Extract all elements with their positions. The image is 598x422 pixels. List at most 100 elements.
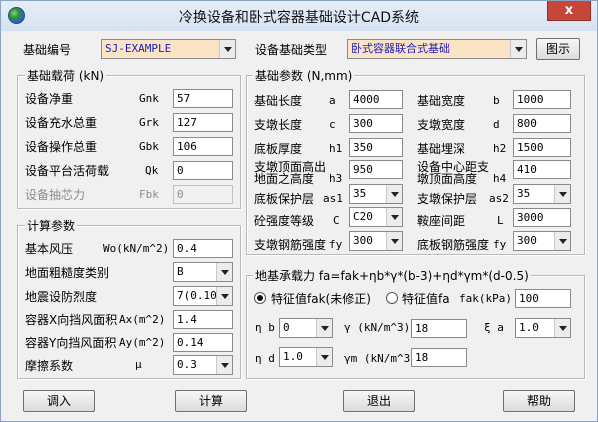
windy-input[interactable]: 0.14 [173,333,233,352]
param-h2-input[interactable]: 1500 [513,138,571,157]
chevron-down-icon[interactable] [219,40,235,58]
chevron-down-icon[interactable] [316,348,332,366]
load-label-net-weight: 设备净重 [25,92,74,106]
param-a-input[interactable]: 4000 [349,90,403,109]
help-button[interactable]: 帮助 [503,390,575,412]
fak-input[interactable]: 100 [515,289,571,308]
radio-characteristic-fak-label[interactable]: 特征值fak(未修正) [271,290,371,307]
radio-characteristic-fak[interactable] [254,292,266,304]
radio-characteristic-fa[interactable] [386,292,398,304]
param-sym-h4: h4 [493,172,507,185]
friction-combo[interactable]: 0.3 [173,355,233,375]
chevron-down-icon[interactable] [554,232,570,250]
param-label-pier-length: 支墩长度 [254,118,303,132]
param-sym-h1: h1 [329,142,343,155]
param-b-input[interactable]: 1000 [513,90,571,109]
param-as2-combo[interactable]: 35 [513,184,571,204]
load-sym-grk: Grk [139,116,159,129]
chevron-down-icon[interactable] [316,319,332,337]
param-label-burial-depth: 基础埋深 [417,142,466,156]
chevron-down-icon[interactable] [386,232,402,250]
param-sym-h3: h3 [329,172,343,185]
grk-input[interactable]: 127 [173,113,233,132]
windx-input[interactable]: 1.4 [173,310,233,329]
param-h3-input[interactable]: 950 [349,160,403,179]
seismic-label: 地震设防烈度 [25,290,98,304]
param-slab-rebar-value: 300 [517,234,537,247]
load-sym-gbk: Gbk [139,140,159,153]
windx-label: 容器X向挡风面积 [25,313,118,327]
param-label-length: 基础长度 [254,94,303,108]
load-sym-gnk: Gnk [139,92,159,105]
param-sym-as1: as1 [323,192,343,205]
param-sym-b: b [493,94,500,107]
chevron-down-icon[interactable] [216,263,232,281]
foundation-no-combo[interactable]: SJ-EXAMPLE [101,39,236,59]
param-sym-d: d [493,118,500,131]
param-c-input[interactable]: 300 [349,114,403,133]
windx-sym: Ax(m^2) [119,313,166,326]
param-label-slab-rebar: 底板钢筋强度 [417,238,490,252]
fak-sym: fak(kPa) [459,292,512,305]
param-concrete-value: C20 [353,210,373,223]
param-label-pier-cover: 支墩保护层 [417,192,478,206]
chevron-down-icon[interactable] [554,185,570,203]
param-pier-rebar-value: 300 [353,234,373,247]
basic-wind-input[interactable]: 0.4 [173,239,233,258]
equip-type-label: 设备基础类型 [255,43,328,57]
eta-d-combo[interactable]: 1.0 [279,347,333,367]
eta-b-combo[interactable]: 0 [279,318,333,338]
load-label-operating-weight: 设备操作总重 [25,140,98,154]
friction-label: 摩擦系数 [25,359,74,373]
gamma-m-input[interactable]: 18 [411,348,467,367]
chevron-down-icon[interactable] [216,287,232,305]
gamma-sym: γ (kN/m^3) [344,321,411,334]
load-label-core-pull: 设备抽芯力 [25,188,86,202]
chevron-down-icon[interactable] [216,356,232,374]
load-sym-qk: Qk [145,164,159,177]
windy-sym: Ay(m^2) [119,336,166,349]
radio-characteristic-fa-label[interactable]: 特征值fa [402,290,450,307]
chevron-down-icon[interactable] [510,40,526,58]
load-label-water-weight: 设备充水总重 [25,116,98,130]
param-sym-fy-pier: fy [329,238,343,251]
param-d-input[interactable]: 800 [513,114,571,133]
qk-input[interactable]: 0 [173,161,233,180]
import-button[interactable]: 调入 [23,390,95,412]
fbk-input: 0 [173,185,233,204]
diagram-button[interactable]: 图示 [536,38,580,60]
xi-a-combo[interactable]: 1.0 [515,318,571,338]
bearing-group-title: 地基承载力 fa=fak+ηb*γ*(b-3)+ηd*γm*(d-0.5) [253,267,531,284]
seismic-combo[interactable]: 7(0.10 [173,286,233,306]
param-label-width: 基础宽度 [417,94,466,108]
param-pier-rebar-combo[interactable]: 300 [349,231,403,251]
exit-button[interactable]: 退出 [343,390,415,412]
title-bar: 冷换设备和卧式容器基础设计CAD系统 x [1,1,597,31]
param-as1-combo[interactable]: 35 [349,184,403,204]
chevron-down-icon[interactable] [386,185,402,203]
param-label-concrete-grade: 砼强度等级 [254,214,315,228]
gbk-input[interactable]: 106 [173,137,233,156]
param-h4-input[interactable]: 410 [513,160,571,179]
eta-b-sym: η b [255,321,275,334]
param-slab-rebar-combo[interactable]: 300 [513,231,571,251]
param-l-input[interactable]: 3000 [513,208,571,227]
param-label-pier-width: 支墩宽度 [417,118,466,132]
param-concrete-combo[interactable]: C20 [349,207,403,227]
params-group-title: 基础参数 (N,mm) [253,67,355,84]
close-button[interactable]: x [547,1,591,21]
gamma-input[interactable]: 18 [411,319,467,338]
chevron-down-icon[interactable] [386,208,402,226]
calc-group-title: 计算参数 [25,217,78,234]
chevron-down-icon[interactable] [554,319,570,337]
param-sym-l: L [497,214,504,227]
equip-type-combo[interactable]: 卧式容器联合式基础 [347,39,527,59]
basic-wind-sym: Wo(kN/m^2) [103,242,170,255]
param-sym-c-grade: C [333,214,340,227]
param-h1-input[interactable]: 350 [349,138,403,157]
gnk-input[interactable]: 57 [173,89,233,108]
roughness-combo[interactable]: B [173,262,233,282]
loads-group-title: 基础载荷 (kN) [25,67,107,84]
compute-button[interactable]: 计算 [175,390,247,412]
basic-wind-label: 基本风压 [25,242,74,256]
